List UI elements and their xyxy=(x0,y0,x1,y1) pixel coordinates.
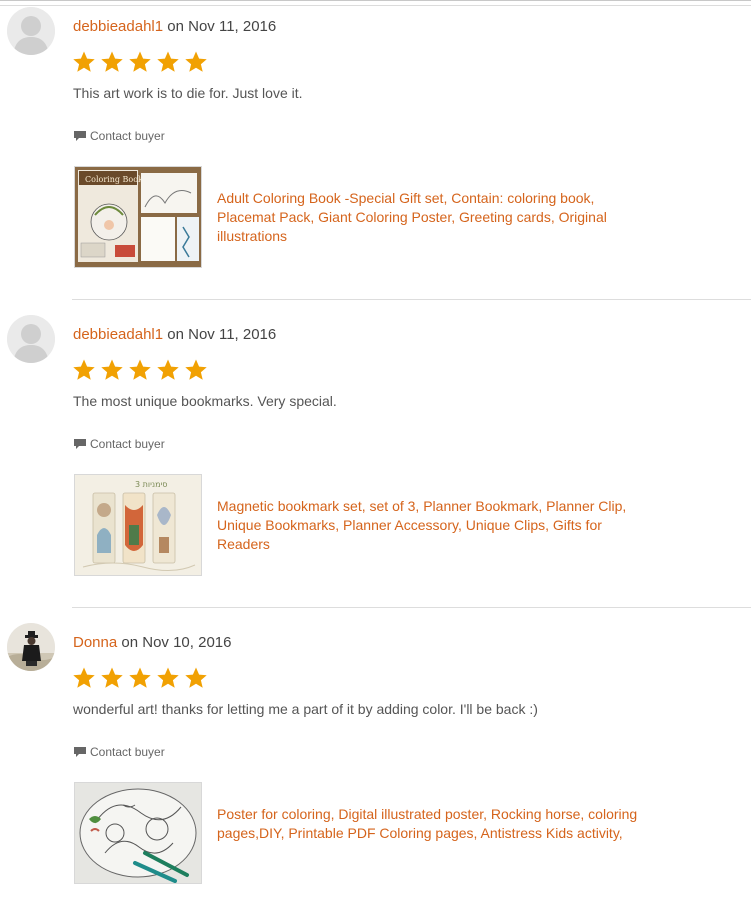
star-icon xyxy=(157,359,179,380)
review-date: Nov 10, 2016 xyxy=(142,634,232,651)
listing-title-link[interactable]: Adult Coloring Book -Special Gift set, C… xyxy=(217,189,647,246)
buyer-name-link[interactable]: Donna xyxy=(73,634,117,651)
star-icon xyxy=(101,51,123,72)
contact-buyer-link[interactable]: Contact buyer xyxy=(73,129,165,143)
listing-thumbnail[interactable] xyxy=(74,782,202,884)
star-icon xyxy=(101,667,123,688)
listing-thumbnail[interactable]: Coloring Books xyxy=(74,166,202,268)
star-icon xyxy=(129,51,151,72)
review-byline: Donna on Nov 10, 2016 xyxy=(73,634,231,652)
star-rating xyxy=(72,666,208,690)
review-byline: debbieadahl1 on Nov 11, 2016 xyxy=(73,18,276,36)
default-avatar-icon[interactable] xyxy=(7,7,55,55)
contact-buyer-label: Contact buyer xyxy=(90,437,165,451)
buyer-name-link[interactable]: debbieadahl1 xyxy=(73,18,163,35)
review-divider xyxy=(72,299,751,300)
star-icon xyxy=(73,667,95,688)
star-rating xyxy=(72,358,208,382)
date-prefix: on xyxy=(117,634,143,651)
star-rating xyxy=(72,50,208,74)
contact-buyer-link[interactable]: Contact buyer xyxy=(73,437,165,451)
speech-bubble-icon xyxy=(74,131,86,141)
star-icon xyxy=(157,667,179,688)
speech-bubble-icon xyxy=(74,439,86,449)
star-icon xyxy=(129,359,151,380)
star-icon xyxy=(185,667,207,688)
review-text: This art work is to die for. Just love i… xyxy=(73,85,303,101)
review-text: The most unique bookmarks. Very special. xyxy=(73,393,337,409)
listing-title-link[interactable]: Poster for coloring, Digital illustrated… xyxy=(217,805,647,843)
star-icon xyxy=(185,359,207,380)
review-date: Nov 11, 2016 xyxy=(188,326,277,343)
user-photo-avatar[interactable] xyxy=(7,623,55,671)
contact-buyer-link[interactable]: Contact buyer xyxy=(73,745,165,759)
thumbnail-caption: 3 סימניות xyxy=(135,480,167,489)
star-icon xyxy=(73,359,95,380)
review-date: Nov 11, 2016 xyxy=(188,18,277,35)
thumbnail-caption: Coloring Books xyxy=(85,175,147,184)
star-icon xyxy=(129,667,151,688)
speech-bubble-icon xyxy=(74,747,86,757)
date-prefix: on xyxy=(163,326,189,343)
star-icon xyxy=(185,51,207,72)
listing-title-link[interactable]: Magnetic bookmark set, set of 3, Planner… xyxy=(217,497,647,554)
review-item: debbieadahl1 on Nov 11, 2016 This art wo… xyxy=(0,0,751,300)
review-divider xyxy=(72,607,751,608)
review-text: wonderful art! thanks for letting me a p… xyxy=(73,701,538,717)
buyer-name-link[interactable]: debbieadahl1 xyxy=(73,326,163,343)
review-byline: debbieadahl1 on Nov 11, 2016 xyxy=(73,326,276,344)
star-icon xyxy=(73,51,95,72)
contact-buyer-label: Contact buyer xyxy=(90,129,165,143)
listing-thumbnail[interactable]: 3 סימניות xyxy=(74,474,202,576)
star-icon xyxy=(157,51,179,72)
contact-buyer-label: Contact buyer xyxy=(90,745,165,759)
default-avatar-icon[interactable] xyxy=(7,315,55,363)
review-item: debbieadahl1 on Nov 11, 2016 The most un… xyxy=(0,308,751,608)
review-item: Donna on Nov 10, 2016 wonderful art! tha… xyxy=(0,616,751,916)
date-prefix: on xyxy=(163,18,189,35)
star-icon xyxy=(101,359,123,380)
